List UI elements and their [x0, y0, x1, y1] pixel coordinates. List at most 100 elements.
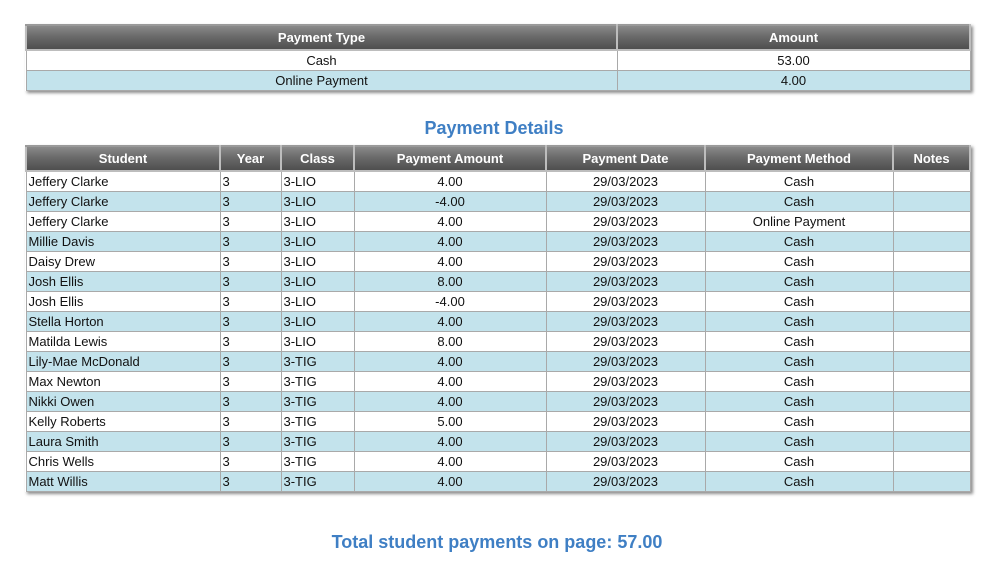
table-row: Stella Horton 3 3-LIO 4.00 29/03/2023 Cash	[25, 311, 971, 332]
payment-method-cell: Cash	[704, 251, 894, 272]
class-cell: 3-TIG	[280, 451, 355, 472]
payment-method-cell: Online Payment	[704, 211, 894, 232]
details-header-row: Student Year Class Payment Amount Paymen…	[25, 145, 971, 172]
payment-amount-cell: 5.00	[353, 411, 547, 432]
summary-amount-cell: 4.00	[616, 70, 971, 91]
year-cell: 3	[219, 411, 282, 432]
payment-method-cell: Cash	[704, 231, 894, 252]
table-row: Jeffery Clarke 3 3-LIO 4.00 29/03/2023 Cash	[25, 170, 971, 192]
table-row: Josh Ellis 3 3-LIO -4.00 29/03/2023 Cash	[25, 291, 971, 312]
student-cell: Josh Ellis	[25, 291, 221, 312]
class-cell: 3-TIG	[280, 471, 355, 492]
notes-cell	[892, 271, 971, 292]
payment-amount-cell: 4.00	[353, 471, 547, 492]
payment-amount-cell: 4.00	[353, 231, 547, 252]
payment-date-cell: 29/03/2023	[545, 211, 706, 232]
class-cell: 3-LIO	[280, 170, 355, 192]
student-cell: Matt Willis	[25, 471, 221, 492]
table-row: Matilda Lewis 3 3-LIO 8.00 29/03/2023 Cash	[25, 331, 971, 352]
payment-amount-cell: 4.00	[353, 371, 547, 392]
class-cell: 3-TIG	[280, 391, 355, 412]
student-cell: Kelly Roberts	[25, 411, 221, 432]
student-cell: Nikki Owen	[25, 391, 221, 412]
payment-method-cell: Cash	[704, 391, 894, 412]
payment-amount-cell: -4.00	[353, 191, 547, 212]
summary-row: Cash 53.00	[25, 49, 971, 71]
student-cell: Max Newton	[25, 371, 221, 392]
payment-date-cell: 29/03/2023	[545, 170, 706, 192]
header-payment-type: Payment Type	[25, 24, 618, 51]
student-cell: Jeffery Clarke	[25, 191, 221, 212]
payment-amount-cell: 4.00	[353, 391, 547, 412]
payment-amount-cell: 4.00	[353, 431, 547, 452]
summary-row: Online Payment 4.00	[25, 70, 971, 91]
class-cell: 3-LIO	[280, 231, 355, 252]
year-cell: 3	[219, 391, 282, 412]
header-student: Student	[25, 145, 221, 172]
class-cell: 3-LIO	[280, 291, 355, 312]
payment-method-cell: Cash	[704, 291, 894, 312]
student-cell: Matilda Lewis	[25, 331, 221, 352]
notes-cell	[892, 451, 971, 472]
table-row: Laura Smith 3 3-TIG 4.00 29/03/2023 Cash	[25, 431, 971, 452]
payment-date-cell: 29/03/2023	[545, 271, 706, 292]
year-cell: 3	[219, 331, 282, 352]
payment-method-cell: Cash	[704, 311, 894, 332]
header-payment-method: Payment Method	[704, 145, 894, 172]
class-cell: 3-LIO	[280, 191, 355, 212]
payment-date-cell: 29/03/2023	[545, 391, 706, 412]
year-cell: 3	[219, 431, 282, 452]
payment-method-cell: Cash	[704, 271, 894, 292]
table-row: Nikki Owen 3 3-TIG 4.00 29/03/2023 Cash	[25, 391, 971, 412]
year-cell: 3	[219, 271, 282, 292]
payment-date-cell: 29/03/2023	[545, 471, 706, 492]
table-row: Lily-Mae McDonald 3 3-TIG 4.00 29/03/2023 Cas…	[25, 351, 971, 372]
payment-amount-cell: 4.00	[353, 351, 547, 372]
payment-method-cell: Cash	[704, 431, 894, 452]
header-class: Class	[280, 145, 355, 172]
payment-date-cell: 29/03/2023	[545, 291, 706, 312]
payment-amount-cell: 8.00	[353, 271, 547, 292]
payment-method-cell: Cash	[704, 191, 894, 212]
table-row: Jeffery Clarke 3 3-LIO 4.00 29/03/2023 Online…	[25, 211, 971, 232]
table-row: Chris Wells 3 3-TIG 4.00 29/03/2023 Cash	[25, 451, 971, 472]
year-cell: 3	[219, 311, 282, 332]
notes-cell	[892, 351, 971, 372]
header-notes: Notes	[892, 145, 971, 172]
student-cell: Jeffery Clarke	[25, 170, 221, 192]
year-cell: 3	[219, 471, 282, 492]
notes-cell	[892, 311, 971, 332]
payment-date-cell: 29/03/2023	[545, 251, 706, 272]
notes-cell	[892, 391, 971, 412]
header-payment-amount: Payment Amount	[353, 145, 547, 172]
payment-amount-cell: 4.00	[353, 211, 547, 232]
year-cell: 3	[219, 451, 282, 472]
table-row: Kelly Roberts 3 3-TIG 5.00 29/03/2023 Cash	[25, 411, 971, 432]
table-row: Josh Ellis 3 3-LIO 8.00 29/03/2023 Cash	[25, 271, 971, 292]
class-cell: 3-LIO	[280, 211, 355, 232]
payment-date-cell: 29/03/2023	[545, 191, 706, 212]
year-cell: 3	[219, 371, 282, 392]
notes-cell	[892, 291, 971, 312]
notes-cell	[892, 431, 971, 452]
student-cell: Laura Smith	[25, 431, 221, 452]
header-payment-date: Payment Date	[545, 145, 706, 172]
payment-method-cell: Cash	[704, 411, 894, 432]
class-cell: 3-LIO	[280, 311, 355, 332]
year-cell: 3	[219, 231, 282, 252]
table-row: Matt Willis 3 3-TIG 4.00 29/03/2023 Cash	[25, 471, 971, 492]
notes-cell	[892, 170, 971, 192]
payment-date-cell: 29/03/2023	[545, 311, 706, 332]
notes-cell	[892, 471, 971, 492]
payment-method-cell: Cash	[704, 371, 894, 392]
student-cell: Daisy Drew	[25, 251, 221, 272]
notes-cell	[892, 211, 971, 232]
payment-amount-cell: 4.00	[353, 170, 547, 192]
class-cell: 3-TIG	[280, 411, 355, 432]
year-cell: 3	[219, 251, 282, 272]
notes-cell	[892, 411, 971, 432]
payment-method-cell: Cash	[704, 331, 894, 352]
class-cell: 3-LIO	[280, 331, 355, 352]
class-cell: 3-LIO	[280, 251, 355, 272]
class-cell: 3-LIO	[280, 271, 355, 292]
